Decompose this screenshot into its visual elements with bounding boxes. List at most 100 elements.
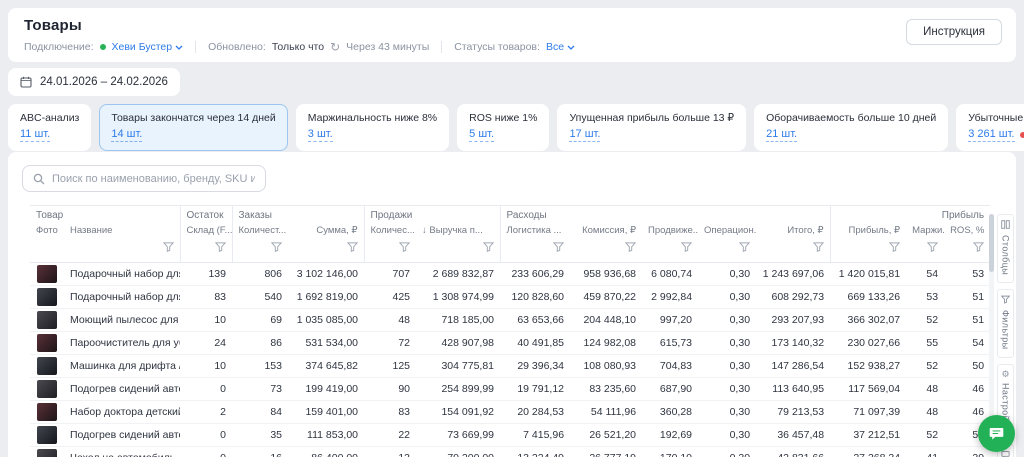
- filter-card-count[interactable]: 21 шт.: [766, 128, 797, 142]
- column-filter-cell[interactable]: [416, 239, 500, 263]
- filter-card-count[interactable]: 3 шт.: [308, 128, 333, 142]
- refresh-icon[interactable]: ↻: [330, 41, 340, 53]
- column-filter-cell[interactable]: [944, 239, 990, 263]
- filter-funnel-icon[interactable]: [399, 239, 410, 257]
- cell-value: 204 448,10: [570, 309, 642, 332]
- product-row[interactable]: Пароочиститель для уборк...2486531 534,0…: [30, 332, 990, 355]
- column-group-header: Товар: [30, 206, 180, 224]
- filter-card[interactable]: ABC-анализ11 шт.: [8, 104, 91, 151]
- cell-value: 3 102 146,00: [288, 263, 364, 286]
- filter-card[interactable]: Оборачиваемость больше 10 дней21 шт.: [754, 104, 948, 151]
- column-header[interactable]: Логистика ...: [500, 223, 570, 239]
- photo-cell: [30, 378, 64, 401]
- column-filter-cell[interactable]: [642, 239, 698, 263]
- filter-card[interactable]: Убыточные товары3 261 шт.: [956, 104, 1024, 151]
- column-filter-cell[interactable]: [64, 239, 180, 263]
- filter-card-count[interactable]: 17 шт.: [569, 128, 600, 142]
- product-row[interactable]: Подогрев сидений авто, на...035111 853,0…: [30, 424, 990, 447]
- column-header[interactable]: Итого, ₽: [756, 223, 830, 239]
- column-header[interactable]: Продвиже...: [642, 223, 698, 239]
- column-filter-cell[interactable]: [232, 239, 288, 263]
- search-input[interactable]: [52, 173, 255, 185]
- product-name[interactable]: Машинка для дрифта / маш...: [64, 355, 180, 378]
- column-filter-cell[interactable]: [288, 239, 364, 263]
- column-header[interactable]: ↓ Выручка п...: [416, 223, 500, 239]
- column-filter-cell[interactable]: [364, 239, 416, 263]
- filter-funnel-icon[interactable]: [347, 239, 358, 257]
- filter-funnel-icon[interactable]: [739, 239, 750, 257]
- connection-select[interactable]: Хеви Бустер: [112, 41, 184, 53]
- filter-card[interactable]: ROS ниже 1%5 шт.: [457, 104, 549, 151]
- column-header[interactable]: ROS, %: [944, 223, 990, 239]
- filter-funnel-icon[interactable]: [927, 239, 938, 257]
- filter-funnel-icon[interactable]: [553, 239, 564, 257]
- product-row[interactable]: Подогрев сидений авто, на...073199 419,0…: [30, 378, 990, 401]
- column-header[interactable]: Прибыль, ₽: [830, 223, 906, 239]
- filter-card-count[interactable]: 5 шт.: [469, 128, 494, 142]
- vertical-scrollbar-thumb[interactable]: [989, 214, 994, 272]
- filter-funnel-icon[interactable]: [163, 239, 174, 257]
- cell-value: 48: [364, 309, 416, 332]
- column-header[interactable]: Сумма, ₽: [288, 223, 364, 239]
- cell-value: 0,30: [698, 309, 756, 332]
- cell-value: 254 899,99: [416, 378, 500, 401]
- filter-card-count[interactable]: 11 шт.: [20, 128, 50, 142]
- filter-card[interactable]: Маржинальность ниже 8%3 шт.: [296, 104, 449, 151]
- side-tab-columns[interactable]: Столбцы: [997, 214, 1014, 283]
- filter-funnel-icon[interactable]: [889, 239, 900, 257]
- column-filter-cell[interactable]: [698, 239, 756, 263]
- search-box[interactable]: [22, 165, 266, 192]
- product-name[interactable]: Подарочный набор для му...: [64, 286, 180, 309]
- column-filter-cell[interactable]: [180, 239, 232, 263]
- product-name[interactable]: Подарочный набор для му...: [64, 263, 180, 286]
- column-filter-cell[interactable]: [500, 239, 570, 263]
- filter-funnel-icon[interactable]: [625, 239, 636, 257]
- column-header[interactable]: Склад (F...: [180, 223, 232, 239]
- cell-value: 13: [364, 447, 416, 457]
- filter-funnel-icon[interactable]: [271, 239, 282, 257]
- column-header[interactable]: Количес...: [364, 223, 416, 239]
- product-row[interactable]: Машинка для дрифта / маш...10153374 645,…: [30, 355, 990, 378]
- column-header[interactable]: Фото: [30, 223, 64, 239]
- product-row[interactable]: Моющий пылесос для мебе...10691 035 085,…: [30, 309, 990, 332]
- filter-card-count[interactable]: 3 261 шт.: [968, 128, 1014, 142]
- product-name[interactable]: Чехол на автомобиль, тент ...: [64, 447, 180, 457]
- instruction-button[interactable]: Инструкция: [906, 19, 1002, 45]
- product-name[interactable]: Подогрев сидений авто, на...: [64, 378, 180, 401]
- filter-funnel-icon[interactable]: [483, 239, 494, 257]
- column-filter-cell[interactable]: [906, 239, 944, 263]
- product-name[interactable]: Пароочиститель для уборк...: [64, 332, 180, 355]
- product-row[interactable]: Подарочный набор для му...1398063 102 14…: [30, 263, 990, 286]
- product-row[interactable]: Чехол на автомобиль, тент ...01686 400,0…: [30, 447, 990, 457]
- filter-funnel-icon[interactable]: [813, 239, 824, 257]
- product-name[interactable]: Набор доктора детский: [64, 401, 180, 424]
- statuses-select[interactable]: Все: [546, 41, 575, 53]
- filter-funnel-icon[interactable]: [681, 239, 692, 257]
- filter-card-count[interactable]: 14 шт.: [111, 128, 142, 142]
- chat-fab-button[interactable]: [978, 415, 1015, 452]
- product-row[interactable]: Подарочный набор для му...835401 692 819…: [30, 286, 990, 309]
- filter-funnel-icon[interactable]: [973, 239, 984, 257]
- cell-value: 83: [180, 286, 232, 309]
- column-header[interactable]: Название: [64, 223, 180, 239]
- cell-value: 2 689 832,87: [416, 263, 500, 286]
- product-name[interactable]: Подогрев сидений авто, на...: [64, 424, 180, 447]
- side-tab-filters[interactable]: Фильтры: [997, 289, 1014, 358]
- column-header[interactable]: Маржи...: [906, 223, 944, 239]
- column-filter-cell[interactable]: [756, 239, 830, 263]
- product-name[interactable]: Моющий пылесос для мебе...: [64, 309, 180, 332]
- product-row[interactable]: Набор доктора детский284159 401,0083154 …: [30, 401, 990, 424]
- filter-card[interactable]: Упущенная прибыль больше 13 ₽17 шт.: [557, 104, 746, 151]
- column-filter-cell[interactable]: [830, 239, 906, 263]
- filter-card[interactable]: Товары закончатся через 14 дней14 шт.: [99, 104, 287, 151]
- column-filter-cell[interactable]: [570, 239, 642, 263]
- cell-value: 615,73: [642, 332, 698, 355]
- cell-value: 152 938,27: [830, 355, 906, 378]
- cell-value: 7 415,96: [500, 424, 570, 447]
- date-range-picker[interactable]: 24.01.2026 – 24.02.2026: [8, 68, 180, 96]
- cell-value: 124 982,08: [570, 332, 642, 355]
- column-header[interactable]: Количест...: [232, 223, 288, 239]
- column-header[interactable]: Комиссия, ₽: [570, 223, 642, 239]
- column-header[interactable]: Операцион...: [698, 223, 756, 239]
- filter-funnel-icon[interactable]: [215, 239, 226, 257]
